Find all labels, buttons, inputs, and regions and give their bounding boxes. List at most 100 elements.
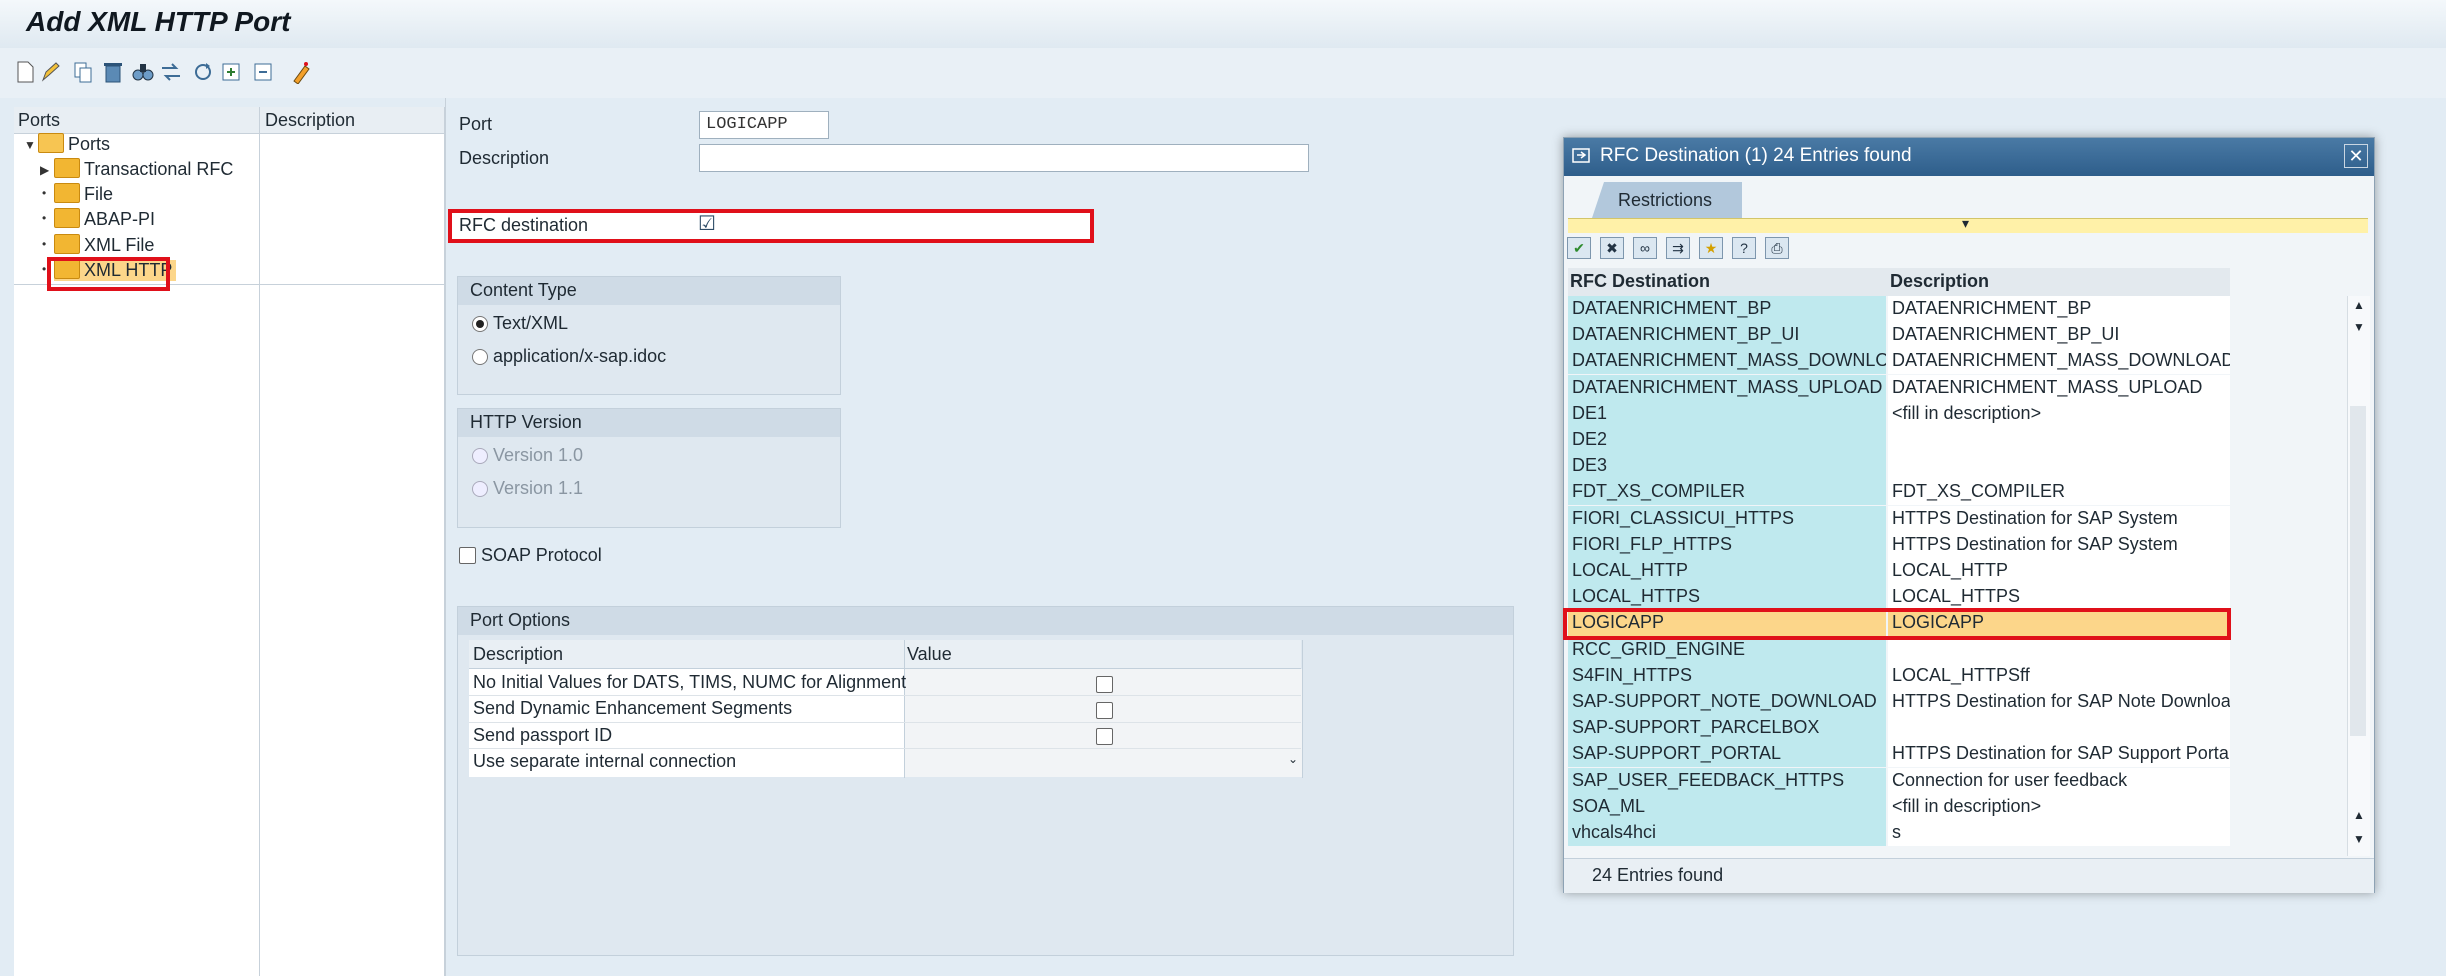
new-favorite-icon[interactable]: ★ <box>1699 237 1723 259</box>
destination-description[interactable] <box>1888 453 2230 480</box>
destination-description[interactable] <box>1888 427 2230 453</box>
destination-row[interactable]: S4FIN_HTTPS LOCAL_HTTPSff <box>1568 662 2230 689</box>
destination-name[interactable]: LOCAL_HTTP <box>1568 558 1886 584</box>
destination-name[interactable]: RCC_GRID_ENGINE <box>1568 636 1886 663</box>
close-button[interactable]: ✕ <box>2344 144 2368 168</box>
destination-description[interactable]: <fill in description> <box>1888 793 2230 820</box>
destination-name[interactable]: DATAENRICHMENT_BP <box>1568 296 1886 322</box>
destination-row[interactable]: RCC_GRID_ENGINE <box>1568 636 2230 663</box>
destination-row[interactable]: DATAENRICHMENT_MASS_DOWNLOAD DATAENRICHME… <box>1568 348 2230 375</box>
collapsed-icon[interactable]: ▶ <box>40 163 49 177</box>
destination-name[interactable]: DATAENRICHMENT_BP_UI <box>1568 322 1886 349</box>
option-passport-id-checkbox[interactable] <box>1096 728 1113 745</box>
destination-row[interactable]: SAP-SUPPORT_NOTE_DOWNLOAD HTTPS Destinati… <box>1568 689 2230 715</box>
radio-version-1-1[interactable] <box>472 481 488 497</box>
destination-row[interactable]: LOCAL_HTTP LOCAL_HTTP <box>1568 558 2230 584</box>
destination-name[interactable]: DATAENRICHMENT_MASS_UPLOAD <box>1568 374 1886 401</box>
radio-version-1-0[interactable] <box>472 448 488 464</box>
destination-description[interactable]: DATAENRICHMENT_MASS_DOWNLOAD <box>1888 348 2230 375</box>
scroll-thumb[interactable] <box>2350 406 2366 736</box>
destination-row[interactable]: SOA_ML <fill in description> <box>1568 793 2230 820</box>
destination-row[interactable]: vhcals4hci s <box>1568 820 2230 846</box>
destination-name[interactable]: SAP-SUPPORT_NOTE_DOWNLOAD <box>1568 689 1886 715</box>
delete-icon[interactable] <box>102 60 124 84</box>
expand-icon[interactable] <box>220 60 242 84</box>
destination-description[interactable]: FDT_XS_COMPILER <box>1888 479 2230 506</box>
destination-name[interactable]: DE2 <box>1568 427 1886 453</box>
destination-description[interactable]: DATAENRICHMENT_BP_UI <box>1888 322 2230 349</box>
help-icon[interactable]: ? <box>1732 237 1756 259</box>
destination-description[interactable]: LOCAL_HTTPS <box>1888 584 2230 611</box>
destination-row[interactable]: DE1 <fill in description> <box>1568 400 2230 427</box>
destination-name[interactable]: DATAENRICHMENT_MASS_DOWNLOAD <box>1568 348 1886 375</box>
destination-description[interactable]: HTTPS Destination for SAP System <box>1888 505 2230 532</box>
destination-row[interactable]: FDT_XS_COMPILER FDT_XS_COMPILER <box>1568 479 2230 506</box>
destination-description[interactable]: DATAENRICHMENT_BP <box>1888 296 2230 322</box>
option-dynamic-segments-checkbox[interactable] <box>1096 702 1113 719</box>
soap-protocol-checkbox[interactable] <box>459 547 476 564</box>
cancel-icon[interactable]: ✖ <box>1600 237 1624 259</box>
destination-description[interactable]: Connection for user feedback <box>1888 767 2230 794</box>
destination-description[interactable] <box>1888 636 2230 663</box>
edit-icon[interactable] <box>40 60 62 84</box>
destination-name[interactable]: SOA_ML <box>1568 793 1886 820</box>
destination-name[interactable]: DE3 <box>1568 453 1886 480</box>
destination-name[interactable]: DE1 <box>1568 400 1886 427</box>
copy-icon[interactable] <box>72 60 94 84</box>
destination-description[interactable]: HTTPS Destination for SAP Support Portal <box>1888 741 2230 768</box>
destination-name[interactable]: SAP-SUPPORT_PARCELBOX <box>1568 715 1886 742</box>
find-next-icon[interactable]: ⇉ <box>1666 237 1690 259</box>
destination-name[interactable]: LOCAL_HTTPS <box>1568 584 1886 611</box>
collapse-arrow-icon[interactable]: ▾ <box>1962 215 1969 232</box>
scroll-page-up-icon[interactable]: ▼ <box>2353 320 2365 334</box>
destination-name[interactable]: FIORI_CLASSICUI_HTTPS <box>1568 505 1886 532</box>
find-icon[interactable]: ∞ <box>1633 237 1657 259</box>
destination-name[interactable]: FDT_XS_COMPILER <box>1568 479 1886 506</box>
destination-row[interactable]: SAP_USER_FEEDBACK_HTTPS Connection for us… <box>1568 767 2230 794</box>
destination-description[interactable] <box>1888 715 2230 742</box>
destination-name[interactable]: SAP-SUPPORT_PORTAL <box>1568 741 1886 768</box>
destination-description[interactable]: HTTPS Destination for SAP System <box>1888 531 2230 558</box>
restrictions-collapse-bar[interactable]: ▾ <box>1568 215 2368 233</box>
find-icon[interactable] <box>132 60 154 84</box>
option-no-initial-values-checkbox[interactable] <box>1096 676 1113 693</box>
destination-name[interactable]: vhcals4hci <box>1568 820 1886 846</box>
destination-row[interactable]: LOCAL_HTTPS LOCAL_HTTPS <box>1568 584 2230 611</box>
radio-sap-idoc[interactable] <box>472 349 488 365</box>
print-icon[interactable]: ⎙ <box>1765 237 1789 259</box>
scroll-page-down-icon[interactable]: ▲ <box>2353 808 2365 822</box>
destination-row[interactable]: DE3 <box>1568 453 2230 480</box>
destination-name[interactable]: SAP_USER_FEEDBACK_HTTPS <box>1568 767 1886 794</box>
destination-name[interactable]: FIORI_FLP_HTTPS <box>1568 531 1886 558</box>
destination-description[interactable]: HTTPS Destination for SAP Note Download <box>1888 689 2230 715</box>
destination-row[interactable]: DATAENRICHMENT_BP_UI DATAENRICHMENT_BP_UI <box>1568 322 2230 349</box>
description-field[interactable] <box>699 144 1309 172</box>
destination-description[interactable]: DATAENRICHMENT_MASS_UPLOAD <box>1888 374 2230 401</box>
wizard-icon[interactable] <box>290 60 312 84</box>
destination-description[interactable]: <fill in description> <box>1888 400 2230 427</box>
internal-connection-dropdown[interactable]: ⌄ <box>907 752 1302 776</box>
scroll-down-icon[interactable]: ▼ <box>2353 832 2365 846</box>
transfer-icon[interactable] <box>160 60 182 84</box>
destination-description[interactable]: LOCAL_HTTP <box>1888 558 2230 584</box>
chevron-down-icon[interactable]: ⌄ <box>1288 752 1298 766</box>
destination-row[interactable]: DATAENRICHMENT_MASS_UPLOAD DATAENRICHMENT… <box>1568 374 2230 401</box>
scrollbar[interactable]: ▲ ▼ ▲ ▼ <box>2347 296 2370 856</box>
destination-row[interactable]: SAP-SUPPORT_PARCELBOX <box>1568 715 2230 742</box>
refresh-icon[interactable] <box>192 60 214 84</box>
destination-row[interactable]: SAP-SUPPORT_PORTAL HTTPS Destination for … <box>1568 741 2230 768</box>
destination-row[interactable]: FIORI_FLP_HTTPS HTTPS Destination for SAP… <box>1568 531 2230 558</box>
destination-description[interactable]: LOCAL_HTTPSff <box>1888 662 2230 689</box>
collapse-icon[interactable] <box>252 60 274 84</box>
tab-restrictions[interactable]: Restrictions <box>1592 182 1742 218</box>
accept-icon[interactable]: ✔ <box>1567 237 1591 259</box>
destination-row[interactable]: FIORI_CLASSICUI_HTTPS HTTPS Destination f… <box>1568 505 2230 532</box>
destination-description[interactable]: s <box>1888 820 2230 846</box>
destination-row[interactable]: DE2 <box>1568 427 2230 453</box>
new-icon[interactable] <box>14 60 36 84</box>
scroll-up-icon[interactable]: ▲ <box>2353 298 2365 312</box>
destination-row[interactable]: DATAENRICHMENT_BP DATAENRICHMENT_BP <box>1568 296 2230 322</box>
radio-text-xml[interactable] <box>472 316 488 332</box>
expanded-icon[interactable]: ▼ <box>24 138 36 152</box>
destination-name[interactable]: S4FIN_HTTPS <box>1568 662 1886 689</box>
